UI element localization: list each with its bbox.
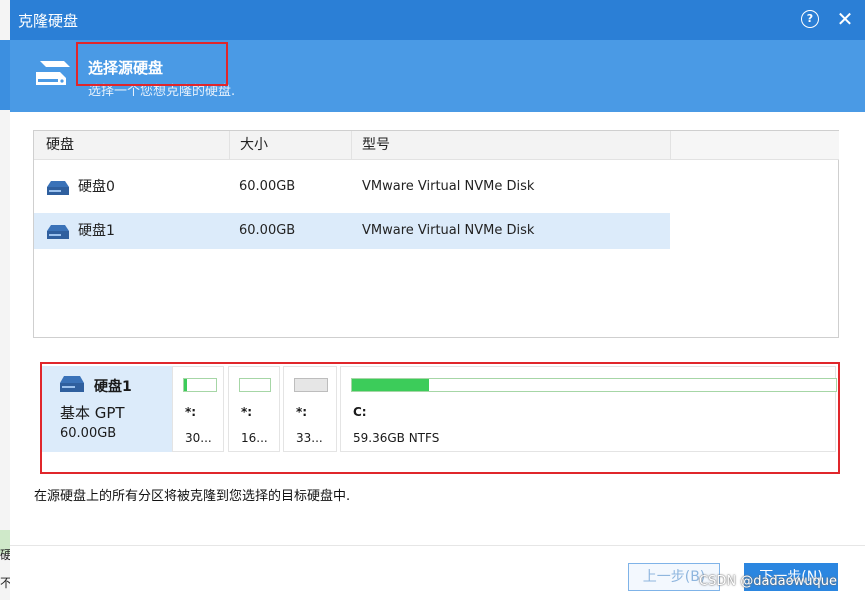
table-row-disk1[interactable]: 硬盘1 60.00GB VMware Virtual NVMe Disk: [34, 213, 670, 249]
disk-icon: [47, 180, 69, 199]
source-disk-info[interactable]: 硬盘1 基本 GPT 60.00GB: [42, 366, 174, 452]
partition-usage-fill: [184, 379, 188, 391]
partition-block[interactable]: *: 30...: [172, 366, 224, 452]
partition-info: 30...: [185, 431, 212, 445]
window-title: 克隆硬盘: [18, 12, 79, 30]
column-header-disk[interactable]: 硬盘: [34, 131, 230, 159]
step-header: 选择源硬盘 选择一个您想克隆的硬盘.: [10, 40, 865, 112]
column-header-size[interactable]: 大小: [230, 131, 352, 159]
table-header-filler: [670, 131, 839, 160]
partition-block[interactable]: *: 33...: [283, 366, 337, 452]
disk-list-table: 硬盘 大小 型号 硬盘0 60.00GB VMware Virtual NVMe…: [33, 130, 839, 338]
annotation-box-title: [76, 42, 228, 86]
source-disk-type: 基本 GPT: [60, 404, 125, 422]
partition-usage-fill: [295, 379, 327, 391]
partition-info: 33...: [296, 431, 323, 445]
table-row-disk0[interactable]: 硬盘0 60.00GB VMware Virtual NVMe Disk: [34, 169, 670, 205]
partition-usage-bar: [239, 378, 271, 392]
footer-divider: [10, 545, 865, 546]
table-header: 硬盘 大小 型号: [34, 131, 670, 160]
source-disk-capacity: 60.00GB: [60, 426, 117, 441]
disk-model: VMware Virtual NVMe Disk: [362, 223, 535, 238]
title-bar: 克隆硬盘 ? ✕: [10, 0, 865, 40]
partition-usage-bar: [351, 378, 837, 392]
partition-block[interactable]: *: 16...: [228, 366, 280, 452]
background-window-blue-strip: [0, 40, 10, 110]
partition-label: *:: [241, 405, 253, 419]
clone-note: 在源硬盘上的所有分区将被克隆到您选择的目标硬盘中.: [34, 489, 351, 504]
source-disk-name: 硬盘1: [94, 379, 132, 395]
disk-icon: [47, 224, 69, 243]
partition-usage-bar: [294, 378, 328, 392]
prev-button[interactable]: 上一步(B): [628, 563, 720, 591]
disk-icon: [60, 376, 84, 396]
help-icon[interactable]: ?: [801, 10, 819, 28]
disk-size: 60.00GB: [239, 223, 296, 238]
source-disk-map: 硬盘1 基本 GPT 60.00GB *: 30... *: 16... *: …: [32, 362, 840, 456]
next-button[interactable]: 下一步(N): [744, 563, 838, 591]
partition-label: *:: [185, 405, 197, 419]
column-header-model[interactable]: 型号: [352, 131, 670, 159]
partition-label: *:: [296, 405, 308, 419]
disk-clone-icon: [34, 58, 74, 92]
disk-name: 硬盘1: [78, 223, 115, 239]
partition-usage-fill: [352, 379, 430, 391]
close-icon[interactable]: ✕: [833, 6, 857, 32]
partition-label: C:: [353, 405, 367, 419]
partition-block-c[interactable]: C: 59.36GB NTFS: [340, 366, 837, 452]
clone-disk-dialog: 克隆硬盘 ? ✕ 选择源硬盘 选择一个您想克隆的硬盘. 硬盘 大小 型号 硬盘0…: [10, 0, 865, 600]
disk-model: VMware Virtual NVMe Disk: [362, 179, 535, 194]
partition-info: 59.36GB NTFS: [353, 431, 440, 445]
disk-name: 硬盘0: [78, 179, 115, 195]
partition-info: 16...: [241, 431, 268, 445]
disk-size: 60.00GB: [239, 179, 296, 194]
partition-usage-bar: [183, 378, 217, 392]
